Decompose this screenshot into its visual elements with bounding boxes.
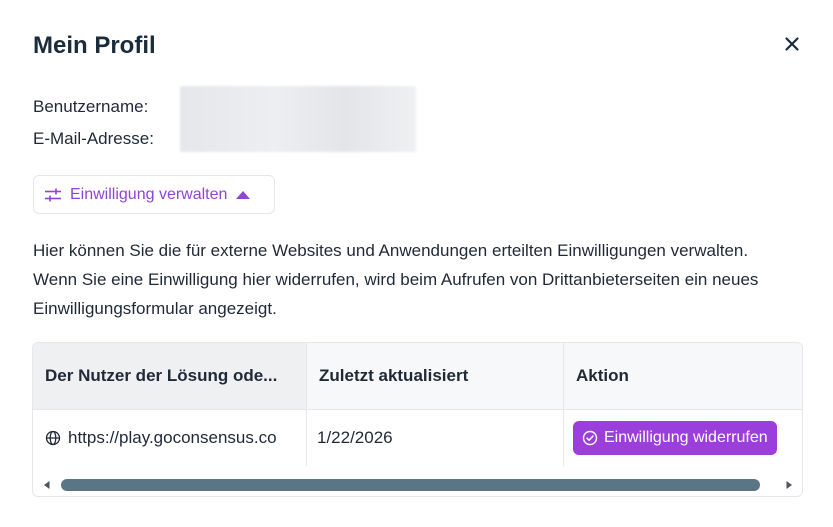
manage-consent-toggle[interactable]: Einwilligung verwalten [33, 175, 275, 214]
action-cell: Einwilligung widerrufen [564, 410, 802, 466]
close-icon [785, 37, 799, 51]
sliders-icon [45, 188, 61, 201]
site-cell: https://play.goconsensus.co [33, 410, 307, 466]
globe-icon [45, 430, 61, 446]
column-header-updated[interactable]: Zuletzt aktualisiert [307, 343, 564, 409]
manage-consent-label: Einwilligung verwalten [70, 185, 228, 203]
username-label: Benutzername: [33, 97, 149, 116]
revoke-consent-label: Einwilligung widerrufen [604, 429, 768, 446]
email-label: E-Mail-Adresse: [33, 129, 154, 148]
consent-description: Hier können Sie die für externe Websites… [33, 241, 759, 318]
table-row: https://play.goconsensus.co 1/22/2026 Ei… [33, 410, 802, 466]
profile-dialog: Mein Profil Benutzername: E-Mail-Adresse… [0, 0, 833, 527]
updated-cell: 1/22/2026 [307, 410, 564, 466]
column-header-user[interactable]: Der Nutzer der Lösung ode... [33, 343, 307, 409]
consent-table: Der Nutzer der Lösung ode... Zuletzt akt… [32, 342, 803, 497]
site-url: https://play.goconsensus.co [68, 428, 277, 447]
table-header: Der Nutzer der Lösung ode... Zuletzt akt… [33, 343, 802, 410]
scrollbar-thumb[interactable] [61, 479, 760, 491]
check-circle-icon [582, 430, 598, 446]
column-header-action[interactable]: Aktion [564, 343, 802, 409]
redacted-profile-values [180, 86, 416, 152]
close-button[interactable] [780, 32, 804, 56]
scroll-right-arrow-icon[interactable] [783, 479, 795, 491]
revoke-consent-button[interactable]: Einwilligung widerrufen [573, 421, 777, 455]
caret-up-icon [236, 190, 251, 199]
horizontal-scrollbar[interactable] [33, 474, 802, 496]
dialog-title: Mein Profil [33, 32, 156, 59]
scroll-left-arrow-icon[interactable] [41, 479, 53, 491]
